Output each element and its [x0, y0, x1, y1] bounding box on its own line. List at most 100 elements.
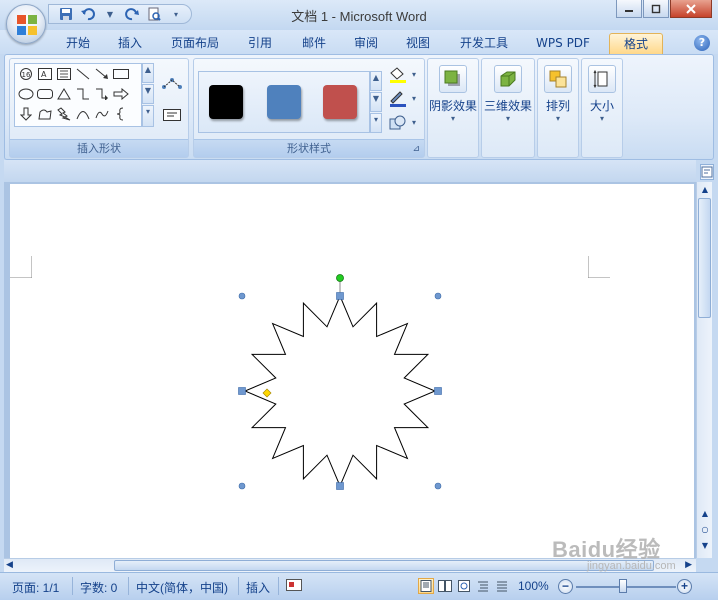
style-swatch-red[interactable]	[323, 85, 357, 119]
resize-handle-right[interactable]	[434, 387, 442, 395]
office-button[interactable]	[6, 4, 46, 44]
star-16-shape[interactable]	[243, 294, 437, 488]
window-controls	[616, 0, 712, 18]
full-screen-reading-button[interactable]	[437, 578, 453, 594]
web-layout-view-button[interactable]	[456, 578, 472, 594]
edit-shape-icon[interactable]	[160, 75, 184, 91]
scroll-left-arrow-icon[interactable]: ◀	[6, 560, 13, 570]
tab-format[interactable]: 格式	[609, 33, 663, 54]
style-swatch-black[interactable]	[209, 85, 243, 119]
styles-more-button[interactable]: ▾	[370, 113, 382, 133]
freeform-icon[interactable]	[36, 106, 54, 122]
outline-view-button[interactable]	[475, 578, 491, 594]
lightning-icon[interactable]	[55, 106, 73, 122]
tab-references[interactable]: 引用	[240, 33, 280, 54]
text-box-icon[interactable]: A	[36, 66, 54, 82]
select-browse-object-icon[interactable]: ○	[699, 524, 711, 536]
resize-handle-left[interactable]	[238, 387, 246, 395]
tab-home[interactable]: 开始	[58, 33, 98, 54]
oval-icon[interactable]	[17, 86, 35, 102]
web-layout-icon	[458, 580, 470, 592]
redo-button[interactable]	[123, 6, 141, 22]
elbow-connector-icon[interactable]	[74, 86, 92, 102]
tab-view[interactable]: 视图	[398, 33, 438, 54]
next-page-icon[interactable]: ▼	[699, 540, 711, 552]
right-arrow-icon[interactable]	[112, 86, 130, 102]
elbow-arrow-connector-icon[interactable]	[93, 86, 111, 102]
size-button[interactable]: 大小 ▾	[582, 63, 622, 133]
macro-record-icon[interactable]	[286, 578, 302, 595]
status-divider	[278, 577, 279, 595]
draft-view-button[interactable]	[494, 578, 510, 594]
view-ruler-button[interactable]	[700, 164, 714, 180]
customize-qat-button[interactable]: ▾	[167, 6, 185, 22]
curve-icon[interactable]	[93, 106, 111, 122]
styles-scroll-down[interactable]: ▼	[370, 92, 382, 112]
zoom-out-button[interactable]: −	[558, 579, 573, 594]
gallery-scroll-up[interactable]: ▲	[142, 63, 154, 83]
shape-star-icon[interactable]: 16	[17, 66, 35, 82]
save-button[interactable]	[57, 6, 75, 22]
document-page[interactable]	[10, 184, 694, 558]
tab-mailings[interactable]: 邮件	[294, 33, 334, 54]
arrow-line-icon[interactable]	[93, 66, 111, 82]
rounded-rectangle-icon[interactable]	[36, 86, 54, 102]
draw-text-box-icon[interactable]	[160, 107, 184, 123]
undo-button[interactable]	[79, 6, 97, 22]
style-swatch-blue[interactable]	[267, 85, 301, 119]
arc-icon[interactable]	[74, 106, 92, 122]
shape-fill-button[interactable]: ▾	[386, 67, 420, 83]
tab-page-layout[interactable]: 页面布局	[166, 33, 224, 54]
resize-handle-top[interactable]	[336, 292, 344, 300]
scroll-right-arrow-icon[interactable]: ▶	[685, 560, 692, 570]
gallery-more-button[interactable]: ▾	[142, 105, 154, 127]
triangle-icon[interactable]	[55, 86, 73, 102]
word-count[interactable]: 字数: 0	[80, 579, 117, 596]
previous-page-icon[interactable]: ▲	[699, 508, 711, 520]
print-preview-button[interactable]	[145, 6, 163, 22]
vertical-scrollbar[interactable]: ▲ ▲ ○ ▼	[696, 182, 712, 558]
line-icon[interactable]	[74, 66, 92, 82]
rectangle-icon[interactable]	[112, 66, 130, 82]
shape-outline-button[interactable]: ▾	[386, 91, 420, 107]
scroll-up-arrow-icon[interactable]: ▲	[699, 184, 711, 196]
maximize-button[interactable]	[643, 0, 669, 18]
zoom-slider-thumb[interactable]	[619, 579, 627, 593]
resize-handle-top-left[interactable]	[238, 292, 246, 300]
language-indicator[interactable]: 中文(简体，中国)	[136, 579, 228, 596]
vertical-text-box-icon[interactable]	[55, 66, 73, 82]
tab-developer[interactable]: 开发工具	[454, 33, 514, 54]
arrange-button[interactable]: 排列 ▾	[538, 63, 578, 133]
star-16-shape-selection[interactable]	[236, 272, 446, 492]
undo-dropdown[interactable]: ▼	[101, 6, 119, 22]
zoom-level[interactable]: 100%	[518, 579, 549, 593]
vertical-scroll-thumb[interactable]	[698, 198, 711, 318]
styles-scroll-up[interactable]: ▲	[370, 71, 382, 91]
insert-mode-indicator[interactable]: 插入	[246, 579, 270, 596]
3d-effects-button[interactable]: 三维效果 ▾	[482, 63, 534, 133]
print-layout-icon	[420, 580, 432, 592]
zoom-in-button[interactable]: +	[677, 579, 692, 594]
resize-handle-top-right[interactable]	[434, 292, 442, 300]
print-layout-view-button[interactable]	[418, 578, 434, 594]
minimize-button[interactable]	[616, 0, 642, 18]
dialog-launcher-icon[interactable]: ⊿	[412, 140, 420, 158]
help-icon[interactable]: ?	[694, 35, 710, 51]
restore-icon	[651, 4, 661, 13]
brace-icon[interactable]	[112, 106, 130, 122]
tab-insert[interactable]: 插入	[110, 33, 150, 54]
change-shape-icon: ▾	[389, 115, 416, 130]
resize-handle-bottom[interactable]	[336, 482, 344, 490]
down-arrow-icon[interactable]	[17, 106, 35, 122]
change-shape-button[interactable]: ▾	[386, 115, 420, 131]
margin-corner-top-left	[10, 256, 32, 278]
close-button[interactable]	[670, 0, 712, 18]
resize-handle-bottom-right[interactable]	[434, 482, 442, 490]
resize-handle-bottom-left[interactable]	[238, 482, 246, 490]
shadow-effects-button[interactable]: 阴影效果 ▾	[428, 63, 478, 133]
gallery-scroll-down[interactable]: ▼	[142, 84, 154, 104]
page-count[interactable]: 页面: 1/1	[12, 579, 59, 596]
rotate-handle[interactable]	[336, 274, 344, 282]
tab-review[interactable]: 审阅	[346, 33, 386, 54]
tab-wps-pdf[interactable]: WPS PDF	[530, 33, 596, 54]
